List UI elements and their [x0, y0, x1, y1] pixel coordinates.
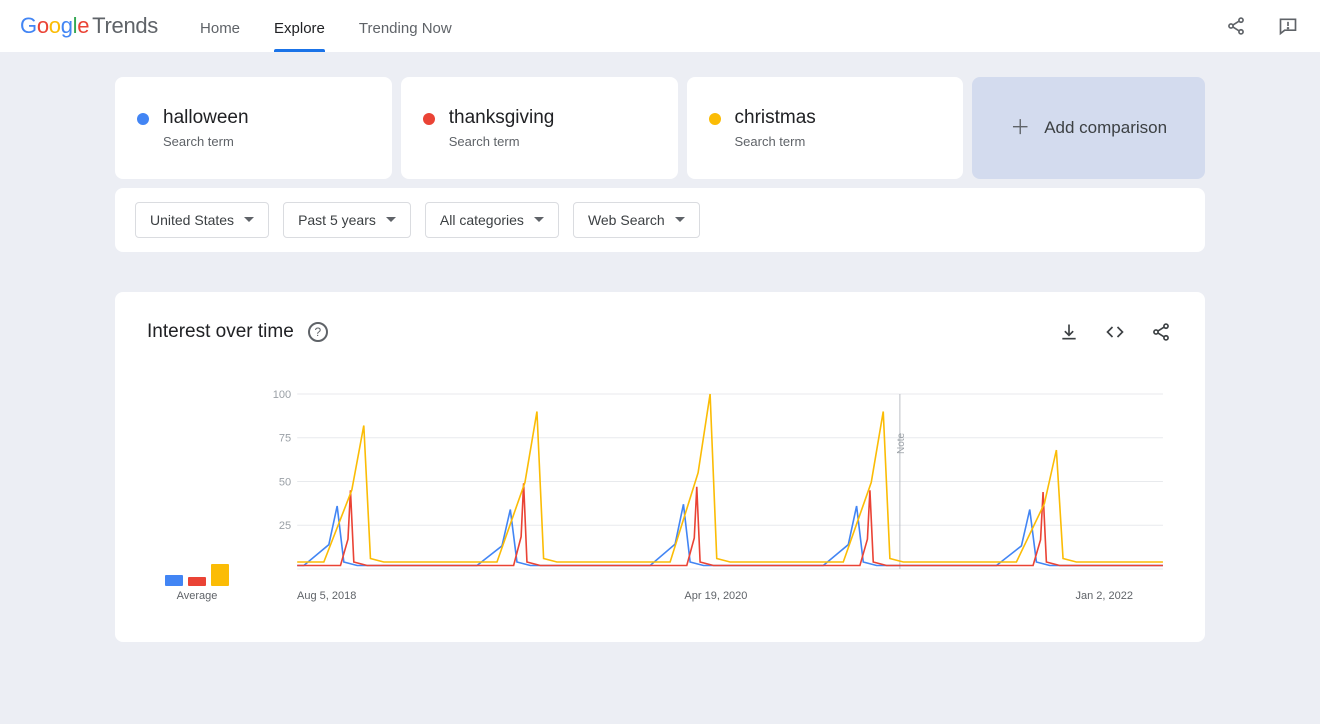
average-bar-christmas [211, 564, 229, 586]
caret-down-icon [534, 217, 544, 222]
term-type: Search term [163, 134, 249, 149]
help-icon[interactable]: ? [308, 322, 328, 342]
filter-category-label: All categories [440, 212, 524, 228]
plus-icon: ＋ [1010, 118, 1030, 138]
term-name: christmas [735, 107, 816, 130]
share-icon[interactable] [1224, 14, 1248, 38]
embed-icon[interactable] [1103, 320, 1127, 344]
color-dot [709, 113, 721, 125]
compare-terms-row: halloween Search term thanksgiving Searc… [115, 77, 1205, 179]
svg-text:100: 100 [273, 389, 291, 401]
add-comparison-label: Add comparison [1044, 118, 1167, 138]
average-bar-thanksgiving [188, 577, 206, 586]
chart-main: 25 50 75 100 Note Aug 5, 2018 Apr 19, 2020 J… [267, 384, 1173, 602]
svg-text:50: 50 [279, 476, 291, 488]
average-label: Average [177, 590, 218, 602]
primary-nav: Home Explore Trending Now [200, 4, 452, 49]
add-comparison-button[interactable]: ＋ Add comparison [972, 77, 1205, 179]
filter-geo[interactable]: United States [135, 202, 269, 238]
caret-down-icon [244, 217, 254, 222]
series-halloween [297, 504, 1163, 565]
compare-term-halloween[interactable]: halloween Search term [115, 77, 392, 179]
svg-text:Note: Note [896, 432, 907, 454]
share-icon[interactable] [1149, 320, 1173, 344]
nav-explore[interactable]: Explore [274, 4, 325, 49]
series-thanksgiving [297, 483, 1163, 565]
x-axis-labels: Aug 5, 2018 Apr 19, 2020 Jan 2, 2022 [267, 584, 1173, 602]
term-name: thanksgiving [449, 107, 555, 130]
filter-search-type-label: Web Search [588, 212, 665, 228]
line-chart: 25 50 75 100 Note [267, 384, 1173, 584]
average-block: Average [147, 384, 247, 602]
color-dot [423, 113, 435, 125]
top-right-actions [1224, 14, 1300, 38]
chart-actions [1057, 320, 1173, 344]
logo-trends-text: Trends [92, 13, 158, 39]
feedback-icon[interactable] [1276, 14, 1300, 38]
caret-down-icon [386, 217, 396, 222]
term-type: Search term [449, 134, 555, 149]
filter-geo-label: United States [150, 212, 234, 228]
chart-body: Average 25 50 75 100 Note Aug 5, 2018 Apr 19… [147, 384, 1173, 602]
download-icon[interactable] [1057, 320, 1081, 344]
average-bars [165, 556, 229, 586]
top-bar: Google Trends Home Explore Trending Now [0, 0, 1320, 53]
average-bar-halloween [165, 575, 183, 586]
term-type: Search term [735, 134, 816, 149]
chart-header: Interest over time ? [147, 320, 1173, 344]
filter-time-label: Past 5 years [298, 212, 376, 228]
svg-text:25: 25 [279, 520, 291, 532]
x-tick: Apr 19, 2020 [684, 590, 747, 602]
compare-term-thanksgiving[interactable]: thanksgiving Search term [401, 77, 678, 179]
filter-bar: United States Past 5 years All categorie… [115, 188, 1205, 252]
filter-time[interactable]: Past 5 years [283, 202, 411, 238]
chart-title: Interest over time [147, 321, 294, 343]
caret-down-icon [675, 217, 685, 222]
filter-search-type[interactable]: Web Search [573, 202, 700, 238]
compare-term-christmas[interactable]: christmas Search term [687, 77, 964, 179]
filter-category[interactable]: All categories [425, 202, 559, 238]
nav-trending-now[interactable]: Trending Now [359, 4, 452, 49]
google-trends-logo[interactable]: Google Trends [20, 13, 158, 39]
nav-home[interactable]: Home [200, 4, 240, 49]
x-tick: Jan 2, 2022 [1076, 590, 1134, 602]
interest-over-time-card: Interest over time ? Average 2550751 [115, 292, 1205, 642]
x-tick: Aug 5, 2018 [297, 590, 356, 602]
svg-text:75: 75 [279, 433, 291, 445]
color-dot [137, 113, 149, 125]
term-name: halloween [163, 107, 249, 130]
